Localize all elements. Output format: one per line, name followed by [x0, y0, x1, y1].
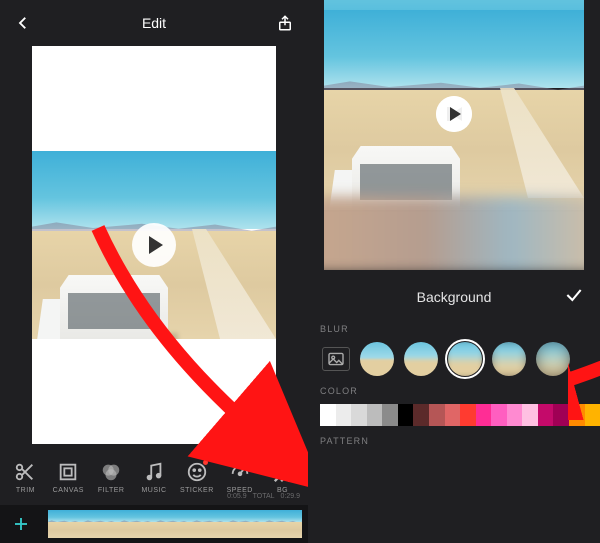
color-swatch[interactable]	[460, 404, 476, 426]
timeline[interactable]: 0:05.9 TOTAL 0:29.9	[0, 505, 308, 543]
confirm-button[interactable]	[564, 285, 584, 310]
blur-option-1[interactable]	[360, 342, 394, 376]
background-panel: Background BLUR COLOR PATTERN	[308, 270, 600, 446]
tool-label: FILTER	[98, 487, 125, 494]
color-swatch[interactable]	[445, 404, 461, 426]
tool-trim[interactable]: TRIM	[4, 461, 47, 494]
clip-strip[interactable]	[48, 510, 302, 538]
blur-row	[320, 342, 588, 376]
color-swatch[interactable]	[367, 404, 383, 426]
blur-option-2[interactable]	[404, 342, 438, 376]
tool-filter[interactable]: FILTER	[90, 461, 133, 494]
color-swatch[interactable]	[429, 404, 445, 426]
section-color-label: COLOR	[320, 386, 588, 396]
tool-sticker[interactable]: STICKER	[175, 461, 218, 494]
check-icon	[564, 285, 584, 305]
blur-option-5[interactable]	[536, 342, 570, 376]
music-icon	[143, 461, 165, 483]
panel-title: Background	[417, 289, 492, 305]
time-current: 0:05.9	[227, 493, 246, 500]
plus-icon	[12, 515, 30, 533]
edit-screen: Edit TRIM CANVAS	[0, 0, 308, 543]
play-icon	[146, 236, 163, 254]
color-swatch[interactable]	[382, 404, 398, 426]
video-canvas	[32, 46, 276, 444]
color-swatch[interactable]	[413, 404, 429, 426]
color-swatch[interactable]	[491, 404, 507, 426]
play-icon	[447, 107, 461, 121]
tool-music[interactable]: MUSIC	[133, 461, 176, 494]
speed-icon	[229, 461, 251, 483]
time-total: 0:29.9	[281, 493, 300, 500]
scissors-icon	[14, 461, 36, 483]
section-pattern-label: PATTERN	[320, 436, 588, 446]
video-preview	[324, 0, 584, 270]
background-screen: Background BLUR COLOR PATTERN	[308, 0, 600, 543]
image-icon	[327, 352, 345, 366]
tool-canvas[interactable]: CANVAS	[47, 461, 90, 494]
back-icon[interactable]	[14, 14, 32, 32]
play-button[interactable]	[436, 96, 472, 132]
add-clip-button[interactable]	[4, 507, 38, 541]
section-blur-label: BLUR	[320, 324, 588, 334]
tool-speed[interactable]: SPEED	[218, 461, 261, 494]
video-frame	[32, 151, 276, 339]
tool-label: CANVAS	[53, 487, 84, 494]
color-swatch[interactable]	[336, 404, 352, 426]
color-row[interactable]	[320, 404, 600, 426]
notification-dot	[203, 460, 208, 465]
timeline-meta: 0:05.9 TOTAL 0:29.9	[227, 493, 300, 500]
color-swatch[interactable]	[351, 404, 367, 426]
color-swatch[interactable]	[507, 404, 523, 426]
time-total-label: TOTAL	[253, 493, 275, 500]
share-icon[interactable]	[276, 14, 294, 32]
color-swatch[interactable]	[569, 404, 585, 426]
blur-option-3[interactable]	[448, 342, 482, 376]
color-swatch[interactable]	[476, 404, 492, 426]
color-swatch[interactable]	[398, 404, 414, 426]
blur-option-4[interactable]	[492, 342, 526, 376]
color-swatch[interactable]	[553, 404, 569, 426]
tool-bg[interactable]: BG	[261, 461, 304, 494]
canvas-icon	[57, 461, 79, 483]
play-button[interactable]	[132, 223, 176, 267]
color-swatch[interactable]	[585, 404, 600, 426]
custom-background-button[interactable]	[322, 347, 350, 371]
color-swatch[interactable]	[320, 404, 336, 426]
tool-label: TRIM	[16, 487, 35, 494]
tool-label: STICKER	[180, 487, 214, 494]
bg-icon	[272, 461, 294, 483]
color-swatch[interactable]	[538, 404, 554, 426]
tool-label: MUSIC	[141, 487, 166, 494]
page-title: Edit	[142, 15, 166, 31]
header: Edit	[0, 0, 308, 46]
filter-icon	[100, 461, 122, 483]
color-swatch[interactable]	[522, 404, 538, 426]
